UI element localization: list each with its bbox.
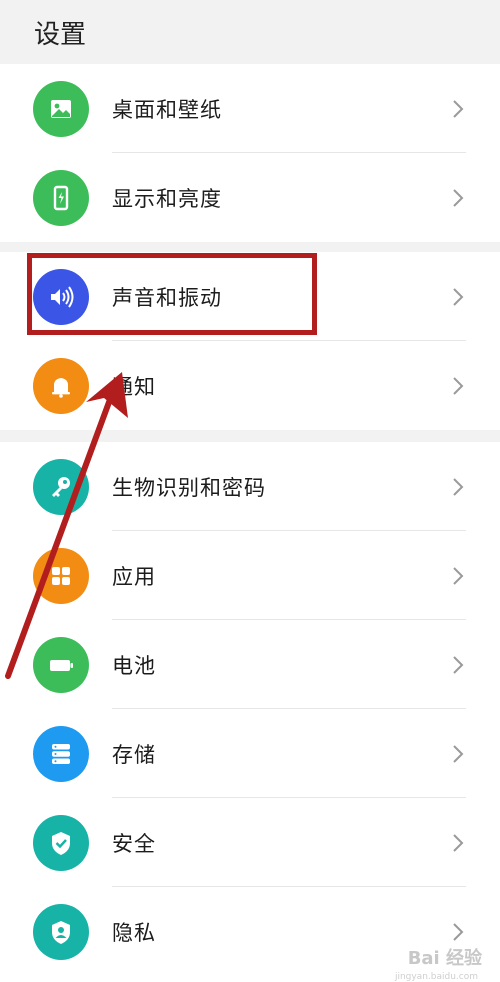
settings-item-apps[interactable]: 应用: [0, 531, 500, 620]
settings-item-label: 存储: [112, 742, 156, 767]
chevron-right-icon: [448, 477, 468, 497]
settings-item-label: 安全: [112, 831, 156, 856]
highlight-box: [27, 253, 317, 335]
bell-icon: [33, 357, 89, 414]
chevron-right-icon: [448, 287, 468, 307]
chevron-right-icon: [448, 99, 468, 119]
watermark-logo: Bai 经验: [407, 948, 482, 969]
settings-item-label: 电池: [112, 653, 156, 678]
watermark-url: jingyan.baidu.com: [394, 972, 478, 982]
settings-item-label: 应用: [112, 564, 156, 589]
battery-icon: [33, 636, 89, 693]
settings-item-label: 隐私: [112, 920, 156, 945]
settings-item-label: 显示和亮度: [112, 186, 222, 211]
settings-item-wallpaper[interactable]: 桌面和壁纸: [0, 64, 500, 153]
chevron-right-icon: [448, 188, 468, 208]
chevron-right-icon: [448, 833, 468, 853]
wallpaper-icon: [33, 80, 89, 137]
settings-item-label: 桌面和壁纸: [112, 97, 222, 122]
settings-item-display-brightness[interactable]: 显示和亮度: [0, 153, 500, 242]
settings-group-system: 生物识别和密码 应用 电池 存储 安全 隐私: [0, 442, 500, 982]
settings-group-display: 桌面和壁纸 显示和亮度: [0, 64, 500, 242]
shield-check-icon: [33, 814, 89, 871]
chevron-right-icon: [448, 566, 468, 586]
settings-item-battery[interactable]: 电池: [0, 620, 500, 709]
settings-item-label: 生物识别和密码: [112, 475, 266, 500]
chevron-right-icon: [448, 922, 468, 942]
apps-grid-icon: [33, 547, 89, 604]
chevron-right-icon: [448, 655, 468, 675]
storage-icon: [33, 725, 89, 782]
settings-item-security[interactable]: 安全: [0, 798, 500, 887]
chevron-right-icon: [448, 744, 468, 764]
settings-item-biometrics-password[interactable]: 生物识别和密码: [0, 442, 500, 531]
key-icon: [33, 458, 89, 515]
chevron-right-icon: [448, 376, 468, 396]
page-title: 设置: [34, 20, 87, 50]
display-brightness-icon: [33, 169, 89, 226]
settings-item-notifications[interactable]: 通知: [0, 341, 500, 430]
settings-item-label: 通知: [112, 374, 156, 399]
settings-item-storage[interactable]: 存储: [0, 709, 500, 798]
privacy-shield-icon: [33, 903, 89, 960]
